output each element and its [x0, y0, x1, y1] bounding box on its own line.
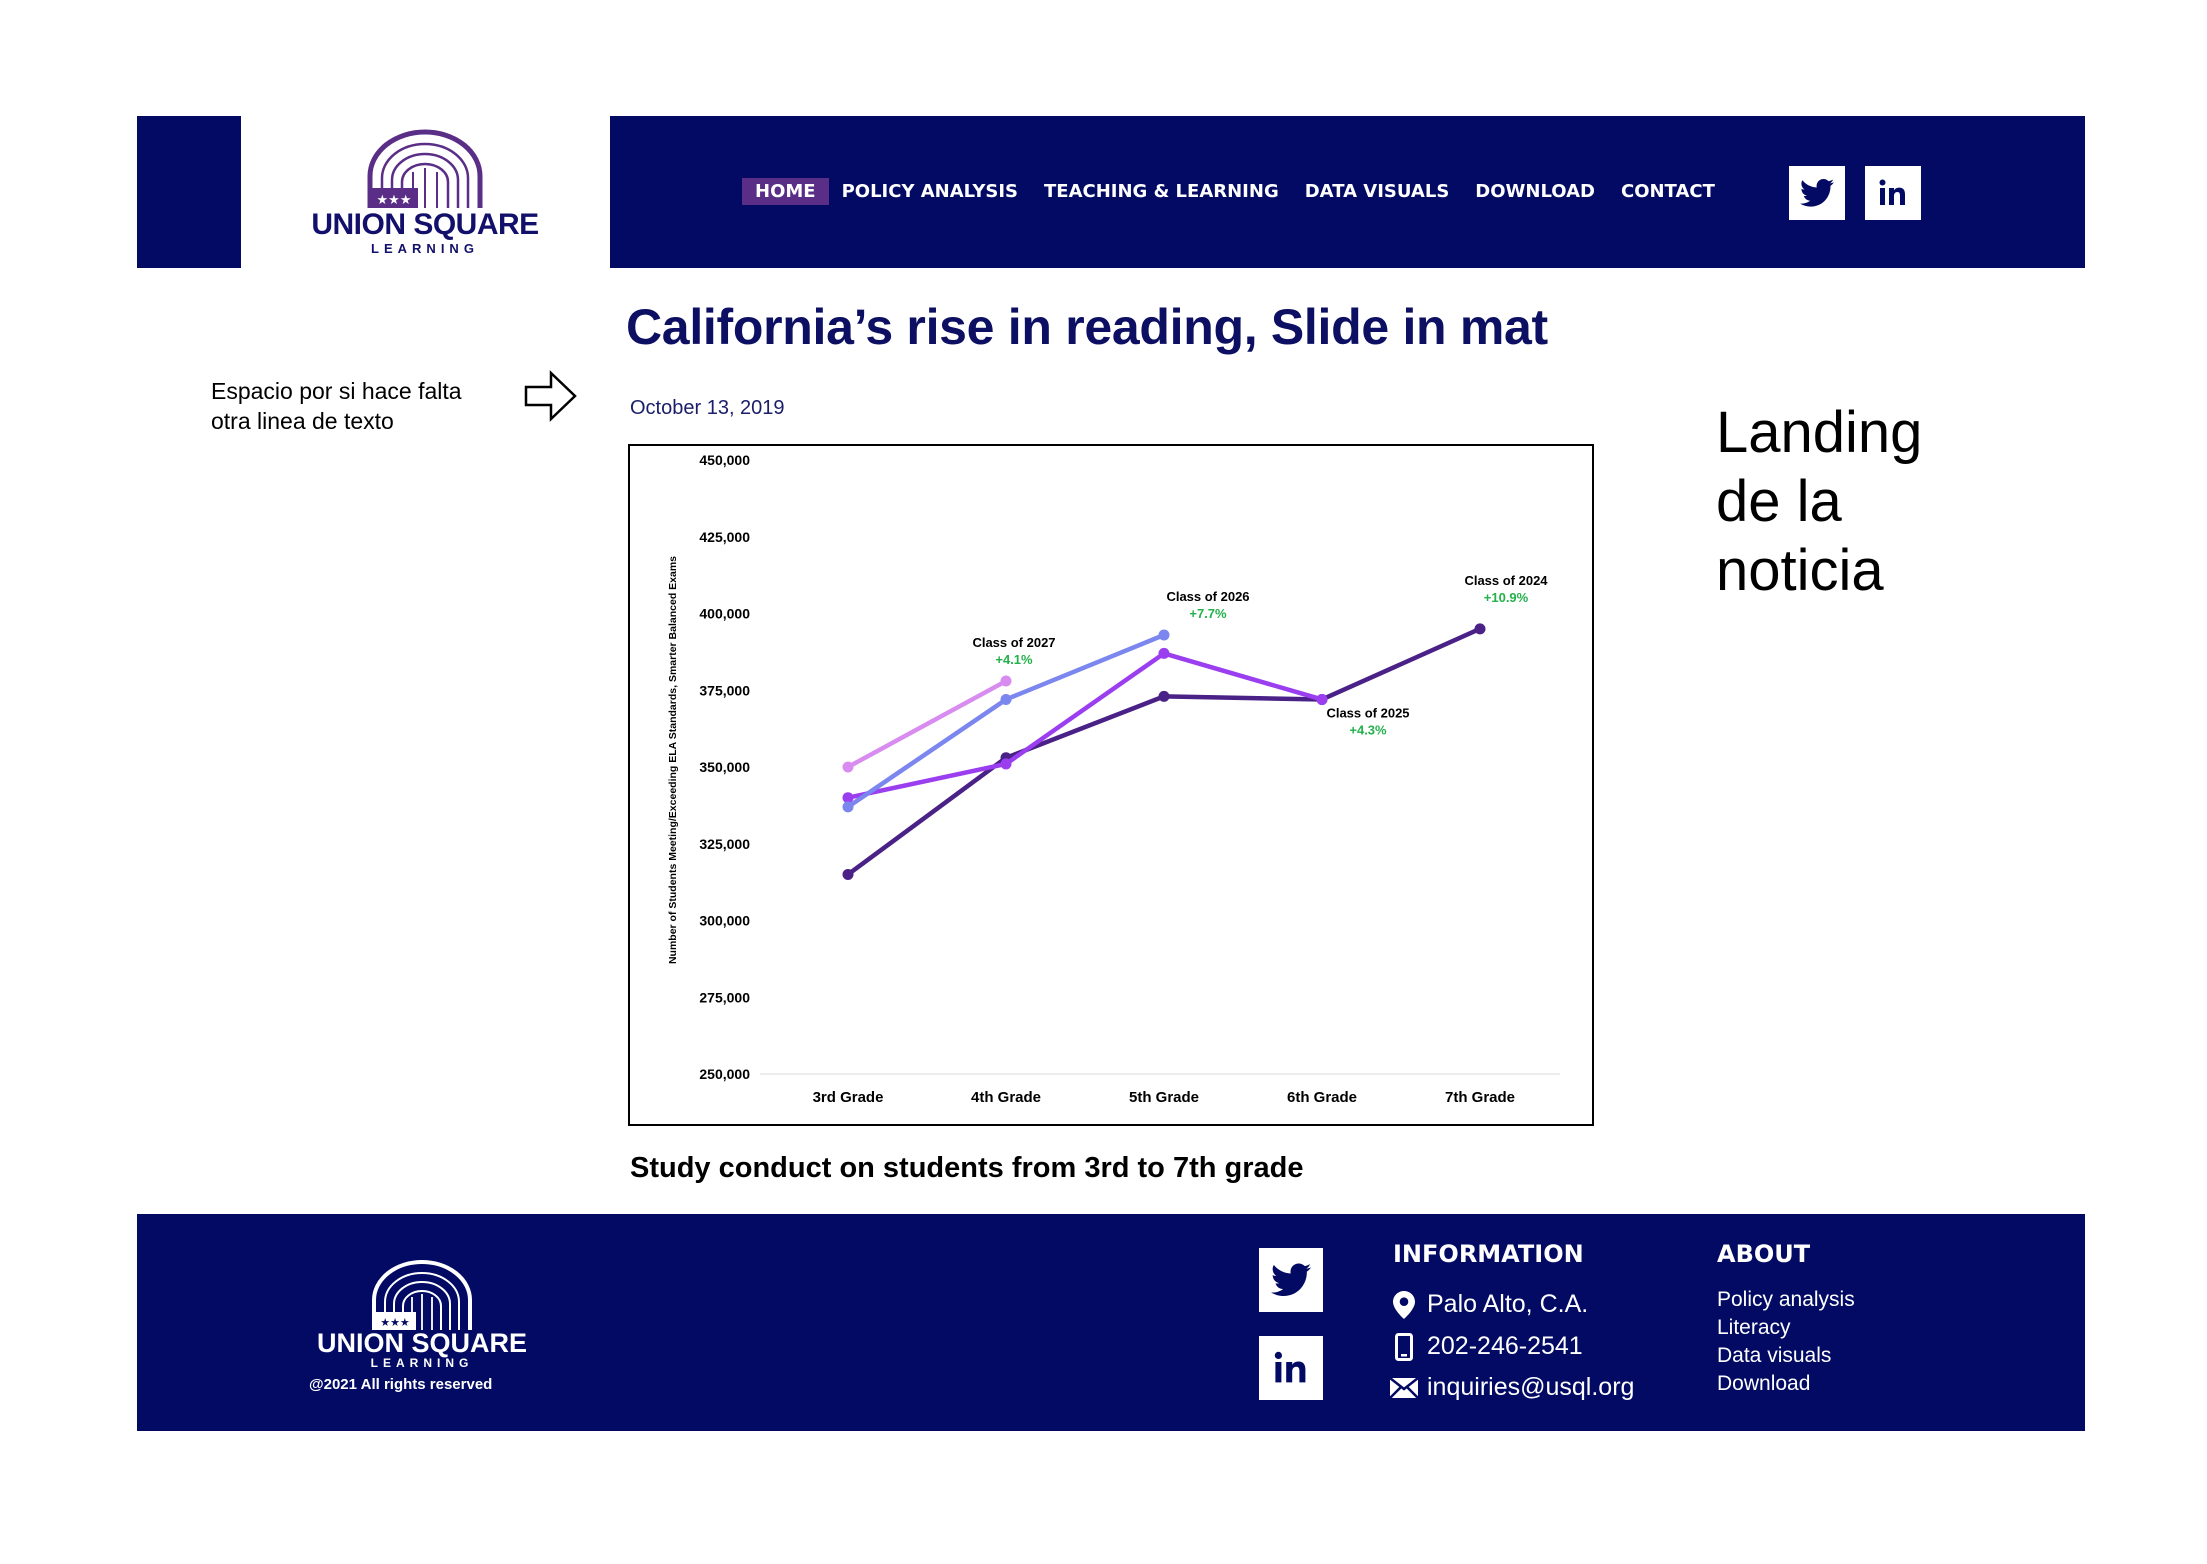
- data-point: [842, 801, 854, 813]
- article-date: October 13, 2019: [630, 397, 785, 419]
- arrow-right-icon: [524, 370, 577, 422]
- data-point: [1000, 693, 1012, 705]
- x-tick-label: 5th Grade: [1129, 1089, 1199, 1106]
- about-link-literacy[interactable]: Literacy: [1717, 1316, 1791, 1340]
- annotation-note-line: Espacio por si hace falta: [211, 378, 462, 404]
- information-heading: INFORMATION: [1393, 1240, 1584, 1268]
- footer-logo[interactable]: ★★★ UNION SQUARE LEARNING: [297, 1250, 547, 1370]
- about-link-policy-analysis[interactable]: Policy analysis: [1717, 1288, 1855, 1312]
- data-point: [1000, 675, 1012, 687]
- main-nav: HOME POLICY ANALYSIS TEACHING & LEARNING…: [742, 178, 1728, 205]
- about-heading: ABOUT: [1717, 1240, 1811, 1268]
- nav-teaching-learning[interactable]: TEACHING & LEARNING: [1031, 178, 1292, 205]
- series-change-label: +10.9%: [1484, 590, 1529, 605]
- nav-home[interactable]: HOME: [742, 178, 829, 205]
- header-twitter-button[interactable]: [1789, 166, 1845, 220]
- annotation-note: Espacio por si hace falta otra linea de …: [211, 376, 462, 436]
- info-email[interactable]: inquiries@usql.org: [1389, 1373, 1634, 1402]
- logo-subtitle: LEARNING: [371, 241, 479, 256]
- logo-emblem-icon: ★★★: [372, 1260, 472, 1330]
- y-tick-label: 400,000: [699, 606, 750, 622]
- phone-text: 202-246-2541: [1427, 1332, 1583, 1360]
- data-point: [1158, 690, 1170, 702]
- x-tick-label: 7th Grade: [1445, 1089, 1515, 1106]
- header-nav-bar: HOME POLICY ANALYSIS TEACHING & LEARNING…: [610, 116, 2085, 268]
- x-tick-label: 3rd Grade: [813, 1089, 884, 1106]
- logo-wordmark: UNION SQUARE: [316, 1328, 527, 1358]
- location-pin-icon: [1389, 1290, 1419, 1319]
- copyright-text: @2021 All rights reserved: [309, 1376, 493, 1393]
- chart-frame: 250,000 275,000 300,000 325,000 350,000 375,0…: [628, 444, 1594, 1126]
- envelope-icon: [1389, 1377, 1419, 1398]
- y-tick-label: 250,000: [699, 1066, 750, 1082]
- x-tick-label: 4th Grade: [971, 1089, 1041, 1106]
- annotation-note-line: otra linea de texto: [211, 408, 394, 434]
- series-label: Class of 2025: [1326, 705, 1409, 720]
- svg-text:★★★: ★★★: [377, 193, 412, 208]
- logo-emblem-icon: ★★★: [367, 129, 483, 208]
- logo-subtitle: LEARNING: [370, 1356, 474, 1370]
- data-point: [1158, 629, 1170, 641]
- data-point: [842, 868, 854, 880]
- y-tick-label: 350,000: [699, 759, 750, 775]
- logo-wordmark: UNION SQUARE: [311, 208, 539, 241]
- header-logo[interactable]: ★★★ UNION SQUARE LEARNING: [300, 128, 550, 258]
- chart-caption: Study conduct on students from 3rd to 7t…: [630, 1152, 1304, 1184]
- nav-policy-analysis[interactable]: POLICY ANALYSIS: [829, 178, 1031, 205]
- y-tick-label: 325,000: [699, 836, 750, 852]
- phone-icon: [1389, 1332, 1419, 1361]
- y-tick-label: 425,000: [699, 529, 750, 545]
- series-label: Class of 2027: [972, 635, 1055, 650]
- data-point: [1000, 758, 1012, 770]
- data-point: [1474, 623, 1486, 635]
- series-label: Class of 2026: [1166, 589, 1249, 604]
- series-change-label: +7.7%: [1189, 606, 1227, 621]
- about-link-data-visuals[interactable]: Data visuals: [1717, 1344, 1831, 1368]
- y-tick-label: 275,000: [699, 989, 750, 1005]
- about-link-download[interactable]: Download: [1717, 1372, 1810, 1396]
- landing-annotation: Landing de la noticia: [1716, 398, 1922, 605]
- series-change-label: +4.3%: [1349, 722, 1387, 737]
- footer-twitter-button[interactable]: [1259, 1248, 1323, 1312]
- x-tick-label: 6th Grade: [1287, 1089, 1357, 1106]
- info-location: Palo Alto, C.A.: [1389, 1290, 1588, 1319]
- article-title: California’s rise in reading, Slide in m…: [626, 299, 1548, 355]
- y-tick-label: 375,000: [699, 682, 750, 698]
- nav-download[interactable]: DOWNLOAD: [1462, 178, 1608, 205]
- line-chart: 250,000 275,000 300,000 325,000 350,000 375,0…: [667, 452, 1560, 1106]
- y-axis-title: Number of Students Meeting/Exceeding ELA…: [667, 556, 679, 964]
- email-text: inquiries@usql.org: [1427, 1373, 1635, 1401]
- y-tick-label: 300,000: [699, 913, 750, 929]
- info-phone[interactable]: 202-246-2541: [1389, 1332, 1583, 1361]
- landing-line: de la: [1716, 469, 1842, 534]
- series-label: Class of 2024: [1464, 573, 1548, 588]
- nav-data-visuals[interactable]: DATA VISUALS: [1292, 178, 1463, 205]
- location-text: Palo Alto, C.A.: [1427, 1290, 1589, 1318]
- y-tick-label: 450,000: [699, 452, 750, 468]
- footer: ★★★ UNION SQUARE LEARNING @2021 All righ…: [137, 1214, 2085, 1431]
- footer-linkedin-button[interactable]: [1259, 1336, 1323, 1400]
- twitter-icon: [1271, 1263, 1311, 1296]
- linkedin-icon: [1274, 1351, 1306, 1383]
- nav-contact[interactable]: CONTACT: [1608, 178, 1728, 205]
- linkedin-icon: [1879, 179, 1905, 205]
- data-point: [1316, 693, 1328, 705]
- landing-line: Landing: [1716, 400, 1923, 465]
- header-linkedin-button[interactable]: [1865, 166, 1921, 220]
- landing-line: noticia: [1716, 538, 1884, 603]
- header-left-block: [137, 116, 241, 268]
- data-point: [842, 761, 854, 773]
- data-point: [1158, 647, 1170, 659]
- series-change-label: +4.1%: [995, 652, 1033, 667]
- series-line: [845, 626, 1483, 877]
- twitter-icon: [1800, 178, 1834, 207]
